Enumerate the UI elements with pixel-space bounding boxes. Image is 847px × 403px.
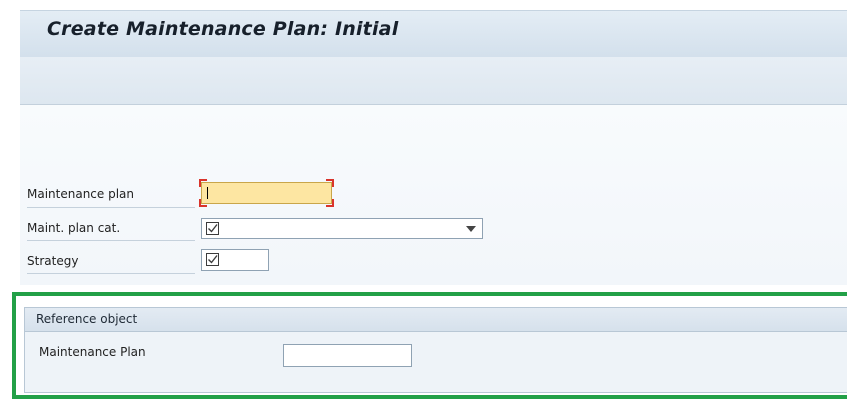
checkbox-input-icon [206, 222, 219, 235]
application-toolbar [20, 57, 847, 105]
form-area [20, 105, 847, 285]
text-caret [207, 187, 208, 199]
maintenance-plan-label: Maintenance plan [27, 187, 135, 201]
focus-corner [326, 199, 334, 207]
maint-plan-cat-dropdown[interactable] [201, 218, 483, 239]
title-bar: Create Maintenance Plan: Initial [20, 10, 847, 57]
page-title: Create Maintenance Plan: Initial [47, 18, 399, 40]
focus-corner [199, 179, 207, 187]
highlight-annotation-box [12, 292, 847, 399]
strategy-label: Strategy [27, 254, 79, 268]
label-underline [27, 240, 195, 241]
focus-corner [326, 179, 334, 187]
sap-screen: Create Maintenance Plan: Initial Mainten… [0, 0, 847, 403]
maintenance-plan-input[interactable] [199, 179, 334, 207]
label-underline [27, 273, 195, 274]
label-underline [27, 207, 195, 208]
checkbox-input-icon [206, 253, 219, 266]
strategy-input[interactable] [201, 249, 269, 271]
chevron-down-icon[interactable] [466, 226, 476, 232]
maint-plan-cat-label: Maint. plan cat. [27, 221, 121, 235]
focus-corner [199, 199, 207, 207]
